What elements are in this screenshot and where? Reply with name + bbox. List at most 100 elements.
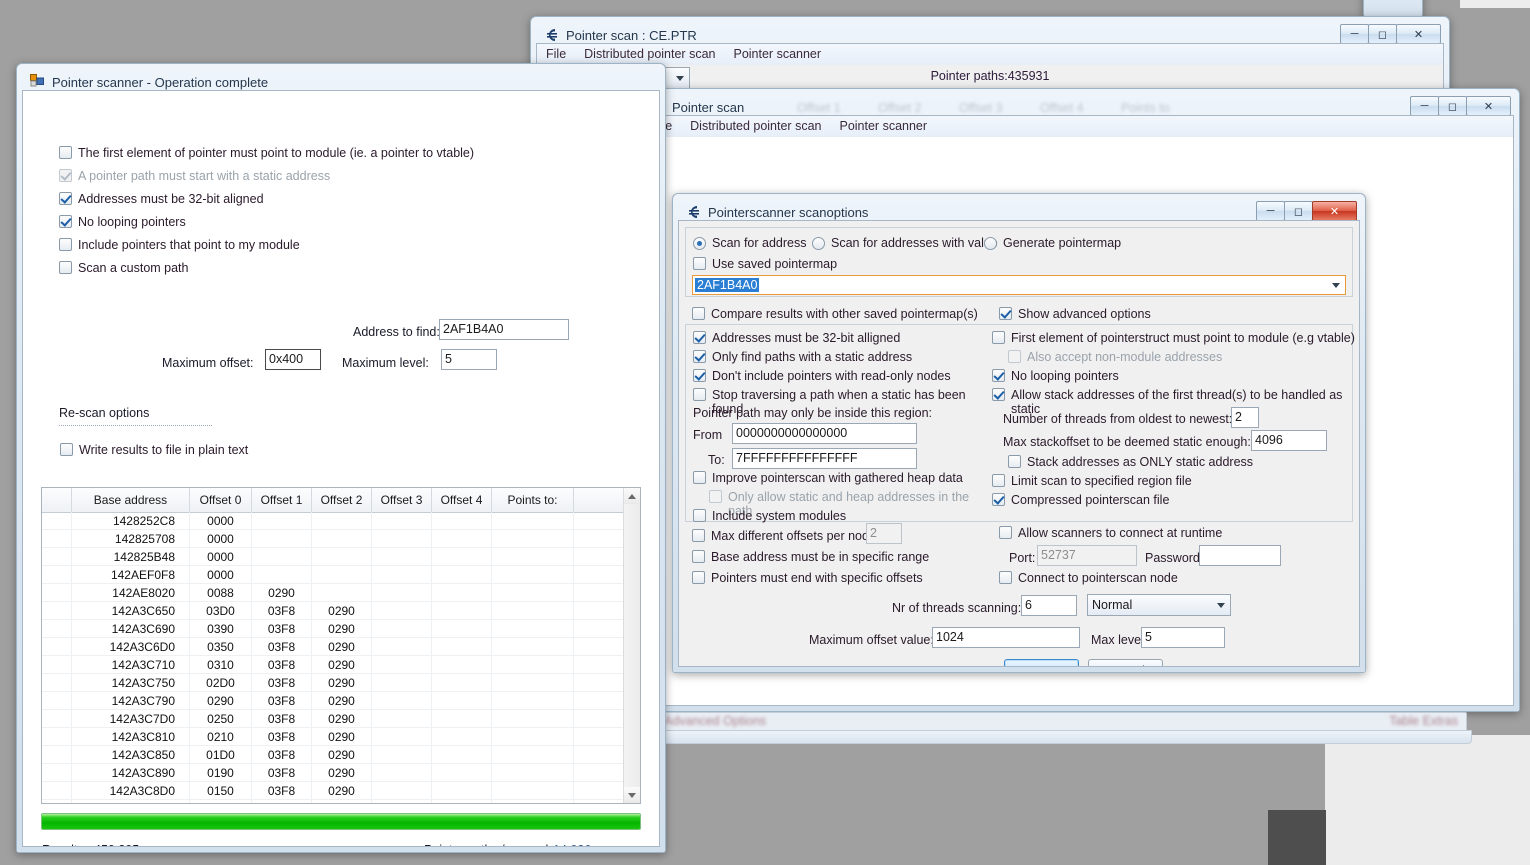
- menubar-ceptr[interactable]: File Distributed pointer scan Pointer sc…: [537, 44, 1443, 66]
- use-saved-pointermap-checkbox[interactable]: [693, 257, 706, 270]
- results-column-header-1[interactable]: Base address: [72, 488, 190, 512]
- scanner-option-checkbox-2[interactable]: [59, 192, 72, 205]
- max-offsets-per-node-input[interactable]: 2: [866, 523, 902, 544]
- table-row[interactable]: 142A3C890019003F80290: [42, 764, 624, 782]
- table-row[interactable]: 142A3C910011003F80290: [42, 800, 624, 803]
- port-input[interactable]: 52737: [1037, 545, 1137, 566]
- table-row[interactable]: 142A3C75002D003F80290: [42, 674, 624, 692]
- pointers-end-offsets-checkbox[interactable]: [692, 571, 705, 584]
- scroll-down-button[interactable]: [624, 787, 640, 803]
- show-advanced-options-checkbox[interactable]: [999, 307, 1012, 320]
- close-button[interactable]: ✕: [1466, 96, 1511, 116]
- from-address-input[interactable]: 0000000000000000: [732, 423, 917, 444]
- adv-left-option-3[interactable]: Stop traversing a path when a static has…: [693, 388, 993, 402]
- scanner-option-1[interactable]: A pointer path must start with a static …: [59, 169, 579, 183]
- adv-right2-option-0[interactable]: Stack addresses as ONLY static address: [1008, 455, 1360, 469]
- table-row[interactable]: 142A3C8D0015003F80290: [42, 782, 624, 800]
- adv-left-option-2[interactable]: Don't include pointers with read-only no…: [693, 369, 993, 383]
- address-to-find-input[interactable]: 2AF1B4A0: [439, 319, 569, 340]
- table-row[interactable]: 142A3C710031003F80290: [42, 656, 624, 674]
- menu-distributed-pointer-scan[interactable]: Distributed pointer scan: [575, 44, 724, 65]
- password-input[interactable]: [1199, 545, 1281, 566]
- adv-left2-checkbox-0[interactable]: [693, 471, 706, 484]
- adv-right-option-1[interactable]: Also accept non-module addresses: [1008, 350, 1360, 364]
- maximize-button[interactable]: ◻: [1368, 24, 1397, 44]
- maximum-level-input[interactable]: 5: [441, 349, 497, 370]
- adv-left-option-0[interactable]: Addresses must be 32-bit alligned: [693, 331, 993, 345]
- table-row[interactable]: 142825B480000: [42, 548, 624, 566]
- generate-pointermap-radio[interactable]: [984, 237, 997, 250]
- adv-left-checkbox-3[interactable]: [693, 388, 706, 401]
- compare-results-checkbox[interactable]: [692, 307, 705, 320]
- adv-right2-checkbox-2[interactable]: [992, 493, 1005, 506]
- max-level-input[interactable]: 5: [1141, 627, 1225, 648]
- table-row[interactable]: 1428252C80000: [42, 512, 624, 530]
- nr-threads-scanning-input[interactable]: 6: [1021, 595, 1077, 616]
- menubar-pointer-scan-2[interactable]: File Distributed pointer scan Pointer sc…: [643, 116, 1513, 138]
- results-column-header-3[interactable]: Offset 1: [252, 488, 312, 512]
- results-column-header-5[interactable]: Offset 3: [372, 488, 432, 512]
- scanner-option-checkbox-3[interactable]: [59, 215, 72, 228]
- adv-right-option-2[interactable]: No looping pointers: [992, 369, 1360, 383]
- scanner-option-0[interactable]: The first element of pointer must point …: [59, 146, 579, 160]
- table-row[interactable]: 142A3C85001D003F80290: [42, 746, 624, 764]
- window-pointer-scanner-operation-complete[interactable]: Pointer scanner - Operation complete The…: [16, 63, 666, 853]
- close-button[interactable]: ✕: [1396, 24, 1441, 44]
- compare-results-option[interactable]: Compare results with other saved pointer…: [692, 307, 978, 321]
- chevron-down-icon[interactable]: [1332, 283, 1340, 288]
- results-column-header-7[interactable]: Points to:: [492, 488, 574, 512]
- connect-node-checkbox[interactable]: [999, 571, 1012, 584]
- adv-right-option-3[interactable]: Allow stack addresses of the first threa…: [992, 388, 1360, 402]
- max-offsets-per-node-option[interactable]: Max different offsets per node:: [692, 529, 879, 543]
- table-row[interactable]: 142A3C65003D003F80290: [42, 602, 624, 620]
- maximize-button[interactable]: ◻: [1438, 96, 1467, 116]
- adv-left-checkbox-0[interactable]: [693, 331, 706, 344]
- results-column-header-0[interactable]: [42, 488, 72, 512]
- results-column-header-2[interactable]: Offset 0: [190, 488, 252, 512]
- max-stackoffset-input[interactable]: 4096: [1251, 430, 1327, 451]
- scanner-option-5[interactable]: Scan a custom path: [59, 261, 579, 275]
- table-row[interactable]: 142AE802000880290: [42, 584, 624, 602]
- adv-right-checkbox-3[interactable]: [992, 388, 1005, 401]
- to-address-input[interactable]: 7FFFFFFFFFFFFFFF: [732, 448, 917, 469]
- close-button[interactable]: ✕: [1312, 201, 1357, 221]
- maximize-button[interactable]: ◻: [1284, 201, 1313, 221]
- table-row[interactable]: 1428257080000: [42, 530, 624, 548]
- results-vertical-scrollbar[interactable]: [623, 488, 640, 803]
- results-grid-body[interactable]: 1428252C800001428257080000142825B480000 1…: [42, 512, 624, 803]
- menu-pointer-scanner[interactable]: Pointer scanner: [724, 44, 830, 65]
- ok-button[interactable]: OK: [1004, 659, 1079, 667]
- adv-left2-option-0[interactable]: Improve pointerscan with gathered heap d…: [693, 471, 993, 485]
- adv-left-checkbox-2[interactable]: [693, 369, 706, 382]
- adv-right2-checkbox-1[interactable]: [992, 474, 1005, 487]
- allow-scanners-option[interactable]: Allow scanners to connect at runtime: [999, 526, 1222, 540]
- pointers-end-offsets-option[interactable]: Pointers must end with specific offsets: [692, 571, 923, 585]
- radio-scan-for-address[interactable]: Scan for address: [693, 236, 807, 250]
- results-column-header-4[interactable]: Offset 2: [312, 488, 372, 512]
- minimize-button[interactable]: ─: [1340, 24, 1369, 44]
- write-results-option[interactable]: Write results to file in plain text: [60, 443, 248, 457]
- dialog-pointerscanner-scanoptions[interactable]: Pointerscanner scanoptions ─ ◻ ✕ Scan fo…: [672, 193, 1366, 673]
- table-row[interactable]: 142A3C810021003F80290: [42, 728, 624, 746]
- caption-buttons-pointer-scan-2[interactable]: ─ ◻ ✕: [1411, 96, 1511, 116]
- allow-scanners-checkbox[interactable]: [999, 526, 1012, 539]
- radio-scan-for-addresses-with-value[interactable]: Scan for addresses with value: [812, 236, 998, 250]
- minimize-button[interactable]: ─: [1410, 96, 1439, 116]
- maximum-offset-input[interactable]: 0x400: [265, 349, 321, 370]
- results-grid-header[interactable]: Base addressOffset 0Offset 1Offset 2Offs…: [42, 488, 640, 513]
- scanner-option-4[interactable]: Include pointers that point to my module: [59, 238, 579, 252]
- address-combo-value[interactable]: 2AF1B4A0: [695, 278, 759, 292]
- base-address-range-checkbox[interactable]: [692, 550, 705, 563]
- adv-left2-checkbox-2[interactable]: [693, 509, 706, 522]
- caption-buttons-scanoptions[interactable]: ─ ◻ ✕: [1257, 201, 1357, 221]
- threads-oldest-newest-input[interactable]: 2: [1231, 407, 1259, 428]
- cancel-button[interactable]: Cancel: [1088, 659, 1163, 667]
- base-address-range-option[interactable]: Base address must be in specific range: [692, 550, 929, 564]
- connect-node-option[interactable]: Connect to pointerscan node: [999, 571, 1178, 585]
- adv-right-checkbox-1[interactable]: [1008, 350, 1021, 363]
- adv-right2-option-1[interactable]: Limit scan to specified region file: [992, 474, 1360, 488]
- show-advanced-options-option[interactable]: Show advanced options: [999, 307, 1151, 321]
- max-offsets-per-node-checkbox[interactable]: [692, 529, 705, 542]
- scan-for-addresses-with-value-radio[interactable]: [812, 237, 825, 250]
- table-row[interactable]: 142A3C6D0035003F80290: [42, 638, 624, 656]
